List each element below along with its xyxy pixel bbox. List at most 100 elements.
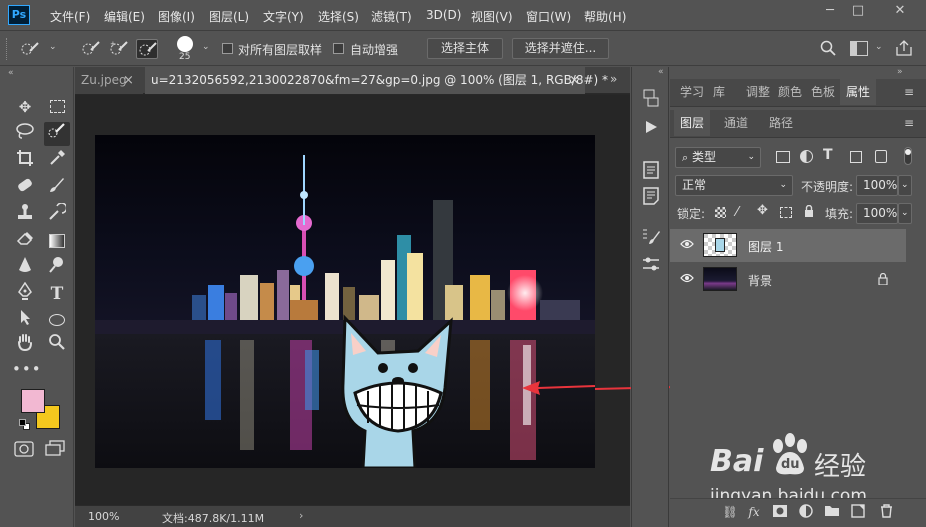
hand-tool-icon[interactable] bbox=[12, 333, 38, 357]
fill-chevron-icon[interactable]: ⌄ bbox=[898, 203, 912, 224]
tab-paths[interactable]: 路径 bbox=[769, 110, 793, 136]
eraser-tool-icon[interactable] bbox=[12, 229, 38, 253]
menu-filter[interactable]: 滤镜(T) bbox=[371, 8, 412, 25]
tab-swatches[interactable]: 色板 bbox=[811, 79, 835, 105]
zoom-tool-icon[interactable] bbox=[44, 333, 70, 357]
new-layer-icon[interactable] bbox=[850, 504, 866, 520]
opacity-chevron-icon[interactable]: ⌄ bbox=[898, 175, 912, 196]
lock-image-pixels-icon[interactable]: ⁄ bbox=[736, 205, 738, 220]
blend-mode-select[interactable]: 正常 ⌄ bbox=[675, 175, 793, 196]
gradient-tool-icon[interactable] bbox=[44, 229, 70, 253]
move-tool-icon[interactable]: ✥ bbox=[12, 95, 38, 119]
add-mask-icon[interactable] bbox=[772, 504, 788, 520]
adjustment-layer-icon[interactable] bbox=[798, 504, 814, 520]
tab-color[interactable]: 颜色 bbox=[778, 79, 802, 105]
tab-learn[interactable]: 学习 bbox=[680, 79, 704, 105]
healing-brush-tool-icon[interactable] bbox=[12, 176, 38, 200]
quick-selection-tool-icon[interactable] bbox=[44, 122, 70, 146]
subtract-from-selection-icon[interactable] bbox=[136, 39, 158, 59]
menu-image[interactable]: 图像(I) bbox=[158, 8, 195, 25]
menu-help[interactable]: 帮助(H) bbox=[584, 8, 626, 25]
history-brush-tool-icon[interactable] bbox=[44, 202, 70, 227]
filter-shape-layers-icon[interactable] bbox=[850, 151, 862, 163]
menu-layer[interactable]: 图层(L) bbox=[209, 8, 249, 25]
tab-libraries[interactable]: 库 bbox=[713, 79, 725, 105]
menu-window[interactable]: 窗口(W) bbox=[526, 8, 571, 25]
type-tool-icon[interactable]: T bbox=[44, 282, 70, 306]
brush-settings-icon[interactable] bbox=[640, 227, 662, 249]
lock-artboard-icon[interactable] bbox=[780, 207, 792, 218]
brush-tool-icon[interactable] bbox=[44, 176, 70, 200]
quick-selection-preset-icon[interactable] bbox=[20, 39, 42, 59]
lock-all-icon[interactable] bbox=[804, 204, 814, 217]
maximize-button[interactable]: □ bbox=[845, 2, 871, 20]
panel-menu-icon[interactable]: ≡ bbox=[904, 85, 914, 99]
menu-select[interactable]: 选择(S) bbox=[318, 8, 359, 25]
collapse-dock-icon[interactable]: » bbox=[897, 67, 903, 77]
filter-toggle-switch[interactable] bbox=[904, 147, 912, 165]
collapse-toolbar-icon[interactable]: « bbox=[8, 68, 14, 78]
layer-row[interactable]: 背景 bbox=[670, 263, 906, 296]
brush-picker-chevron-icon[interactable]: ⌄ bbox=[202, 42, 210, 52]
tab-close-icon[interactable]: × bbox=[123, 73, 134, 88]
history-panel-icon[interactable] bbox=[640, 89, 662, 111]
zoom-level[interactable]: 100% bbox=[88, 510, 119, 523]
visibility-eye-icon[interactable] bbox=[680, 239, 694, 253]
tab-overflow-icon[interactable]: » bbox=[610, 72, 617, 86]
pen-tool-icon[interactable] bbox=[12, 281, 38, 306]
tab-adjustments[interactable]: 调整 bbox=[746, 79, 770, 105]
add-to-selection-icon[interactable]: + bbox=[108, 39, 130, 59]
status-menu-arrow-icon[interactable]: › bbox=[299, 509, 303, 522]
layer-row-selected[interactable]: 图层 1 bbox=[670, 229, 906, 262]
menu-edit[interactable]: 编辑(E) bbox=[104, 8, 145, 25]
actions-play-icon[interactable] bbox=[640, 119, 662, 141]
tab-layers[interactable]: 图层 bbox=[674, 110, 711, 136]
screen-mode-icon[interactable] bbox=[45, 440, 65, 457]
select-and-mask-button[interactable]: 选择并遮住... bbox=[512, 38, 609, 59]
layers-panel-menu-icon[interactable]: ≡ bbox=[904, 116, 914, 130]
adjustments-sliders-icon[interactable] bbox=[640, 255, 662, 277]
lasso-tool-icon[interactable] bbox=[12, 122, 38, 146]
expand-strip-icon[interactable]: « bbox=[658, 67, 664, 77]
minimize-button[interactable]: ─ bbox=[817, 2, 843, 20]
layer-name[interactable]: 图层 1 bbox=[748, 238, 783, 255]
menu-type[interactable]: 文字(Y) bbox=[263, 8, 304, 25]
auto-enhance-checkbox[interactable] bbox=[333, 43, 344, 54]
share-icon[interactable] bbox=[895, 40, 913, 56]
marquee-tool-icon[interactable] bbox=[44, 95, 70, 119]
quick-mask-icon[interactable] bbox=[14, 441, 34, 457]
ellipse-tool-icon[interactable] bbox=[44, 308, 70, 332]
crop-tool-icon[interactable] bbox=[12, 149, 38, 173]
tab-channels[interactable]: 通道 bbox=[724, 110, 748, 136]
notes-panel-icon[interactable] bbox=[640, 187, 662, 209]
more-tools-icon[interactable]: ••• bbox=[12, 357, 41, 381]
dodge-tool-icon[interactable] bbox=[44, 256, 70, 280]
link-layers-icon[interactable]: ⛓ bbox=[722, 504, 738, 520]
document-tab-active[interactable]: u=2132056592,2130022870&fm=27&gp=0.jpg @… bbox=[145, 67, 608, 94]
lock-position-icon[interactable]: ✥ bbox=[757, 203, 768, 218]
layer-name[interactable]: 背景 bbox=[748, 272, 772, 289]
opacity-input[interactable]: 100% bbox=[856, 175, 898, 196]
filter-pixel-layers-icon[interactable] bbox=[776, 151, 790, 163]
fx-icon[interactable]: fx bbox=[746, 504, 762, 520]
chevron-down-icon[interactable]: ⌄ bbox=[49, 42, 57, 52]
fill-input[interactable]: 100% bbox=[856, 203, 898, 224]
brush-size-preview-icon[interactable] bbox=[177, 36, 193, 52]
sample-all-layers-checkbox[interactable] bbox=[222, 43, 233, 54]
new-selection-icon[interactable] bbox=[80, 39, 102, 59]
menu-view[interactable]: 视图(V) bbox=[471, 8, 513, 25]
delete-layer-trash-icon[interactable] bbox=[878, 504, 894, 520]
clone-stamp-tool-icon[interactable] bbox=[12, 203, 38, 227]
menu-3d[interactable]: 3D(D) bbox=[426, 8, 461, 22]
workspace-chevron-icon[interactable]: ⌄ bbox=[875, 42, 883, 52]
image-canvas[interactable] bbox=[95, 135, 595, 468]
blur-tool-icon[interactable] bbox=[12, 256, 38, 280]
info-panel-icon[interactable] bbox=[640, 161, 662, 183]
close-button[interactable]: ✕ bbox=[887, 2, 913, 20]
layer-filter-kind-select[interactable]: ⌕ 类型 ⌄ bbox=[675, 147, 761, 168]
workspace-icon[interactable] bbox=[850, 41, 868, 56]
lock-transparent-pixels-icon[interactable] bbox=[715, 207, 726, 218]
tab-close-icon[interactable]: × bbox=[569, 73, 580, 88]
default-colors-icon[interactable] bbox=[19, 419, 30, 430]
group-folder-icon[interactable] bbox=[824, 504, 840, 520]
